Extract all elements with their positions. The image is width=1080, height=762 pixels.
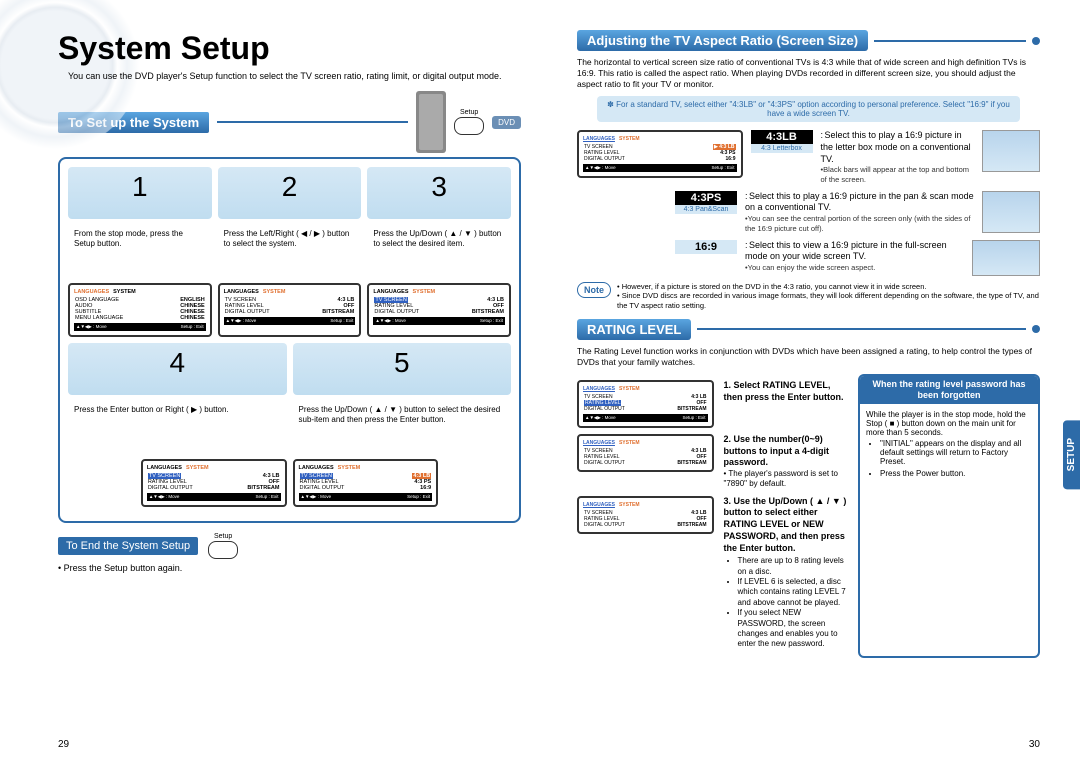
rating-step-2-note: • The player's password is set to "7890"… [724,469,849,490]
aspect-tip: ✽ For a standard TV, select either "4:3L… [597,96,1020,122]
forgot-body-text: While the player is in the stop mode, ho… [866,410,1032,437]
right-page: Adjusting the TV Aspect Ratio (Screen Si… [549,0,1080,762]
aspect-label-169: 16:9 [675,240,737,254]
dvd-badge: DVD [492,116,521,129]
aspect-row-169: 16:9 :Select this to view a 16:9 picture… [577,240,1040,276]
forgot-li-2: Press the Power button. [880,469,1032,478]
rating-osd-2: LANGUAGESSYSTEM TV SCREEN4:3 LB RATING L… [577,434,714,472]
aspect-text-43lb: :Select this to play a 16:9 picture in t… [821,130,975,185]
rating-step-1-row: LANGUAGESSYSTEM TV SCREEN4:3 LB RATING L… [577,380,848,428]
aspect-illustration-169 [972,240,1040,276]
page-title: System Setup [58,30,521,67]
rating-note-3: If you select NEW PASSWORD, the screen c… [738,608,849,650]
step-5-text: Press the Up/Down ( ▲ / ▼ ) button to se… [293,401,512,453]
remote-graphic [416,91,446,153]
end-setup-note: • Press the Setup button again. [58,563,521,573]
setup-button-graphic: Setup [454,109,484,135]
rating-step-1: 1. Select RATING LEVEL, then press the E… [724,380,844,402]
aspect-osd: LANGUAGESSYSTEM TV SCREEN▶ 4:3 LB RATING… [577,130,743,178]
page-number-right: 30 [1029,739,1040,750]
aspect-text-169: :Select this to view a 16:9 picture in t… [745,240,964,273]
step-2-text: Press the Left/Right ( ◀ / ▶ ) button to… [218,225,362,277]
step-1-text: From the stop mode, press the Setup butt… [68,225,212,277]
rating-note-1: There are up to 8 rating levels on a dis… [738,556,849,577]
forgot-heading: When the rating level password has been … [860,376,1038,404]
aspect-row-43ps: 4:3PS 4:3 Pan&Scan :Select this to play … [577,191,1040,234]
aspect-illustration-43ps [982,191,1040,233]
step-1: 1 [68,167,212,219]
page-number-left: 29 [58,739,69,750]
aspect-label-43ps: 4:3PS 4:3 Pan&Scan [675,191,737,214]
aspect-note-row: Note • However, if a picture is stored o… [577,282,1040,311]
intro-text: You can use the DVD player's Setup funct… [68,71,521,81]
forgot-password-box: When the rating level password has been … [858,374,1040,658]
aspect-label-43lb: 4:3LB 4:3 Letterbox [751,130,813,153]
osd-screen-5: LANGUAGESSYSTEM TV SCREEN4:3 LB RATING L… [293,459,439,507]
rating-intro: The Rating Level function works in conju… [577,346,1040,368]
aspect-note-text: • However, if a picture is stored on the… [617,282,1040,311]
rating-section-title: RATING LEVEL [577,319,691,340]
osd-screen-2: LANGUAGESSYSTEM TV SCREEN4:3 LB RATING L… [218,283,362,337]
aspect-row-43lb: LANGUAGESSYSTEM TV SCREEN▶ 4:3 LB RATING… [577,130,1040,185]
side-tab-setup: SETUP [1063,420,1080,489]
end-setup-title: To End the System Setup [58,537,198,555]
osd-screen-4: LANGUAGESSYSTEM TV SCREEN4:3 LB RATING L… [141,459,287,507]
step-4-text: Press the Enter button or Right ( ▶ ) bu… [68,401,287,453]
end-setup-row: To End the System Setup Setup [58,533,521,559]
left-page: System Setup You can use the DVD player'… [0,0,549,762]
step-2: 2 [218,167,362,219]
setup-button-graphic-2: Setup [208,533,238,559]
rating-step-2-row: LANGUAGESSYSTEM TV SCREEN4:3 LB RATING L… [577,434,848,490]
aspect-illustration-43lb [982,130,1040,172]
rating-note-2: If LEVEL 6 is selected, a disc which con… [738,577,849,608]
rating-osd-1: LANGUAGESSYSTEM TV SCREEN4:3 LB RATING L… [577,380,714,428]
header-line [217,121,408,123]
step-3-text: Press the Up/Down ( ▲ / ▼ ) button to se… [367,225,511,277]
note-badge: Note [577,282,611,298]
forgot-li-1: "INITIAL" appears on the display and all… [880,439,1032,466]
osd-screen-3: LANGUAGESSYSTEM TV SCREEN4:3 LB RATING L… [367,283,511,337]
rating-step-2: 2. Use the number(0~9) buttons to input … [724,434,829,467]
aspect-text-43ps: :Select this to play a 16:9 picture in t… [745,191,974,234]
step-5: 5 [293,343,512,395]
steps-container: 1 2 3 From the stop mode, press the Setu… [58,157,521,523]
aspect-section-title: Adjusting the TV Aspect Ratio (Screen Si… [577,30,868,51]
step-3: 3 [367,167,511,219]
aspect-intro: The horizontal to vertical screen size r… [577,57,1040,90]
rating-step-3: 3. Use the Up/Down ( ▲ / ▼ ) button to s… [724,496,847,553]
rating-step-3-row: LANGUAGESSYSTEM TV SCREEN4:3 LB RATING L… [577,496,848,652]
rating-osd-3: LANGUAGESSYSTEM TV SCREEN4:3 LB RATING L… [577,496,714,534]
osd-screen-1: LANGUAGESSYSTEM OSD LANGUAGEENGLISH AUDI… [68,283,212,337]
step-4: 4 [68,343,287,395]
